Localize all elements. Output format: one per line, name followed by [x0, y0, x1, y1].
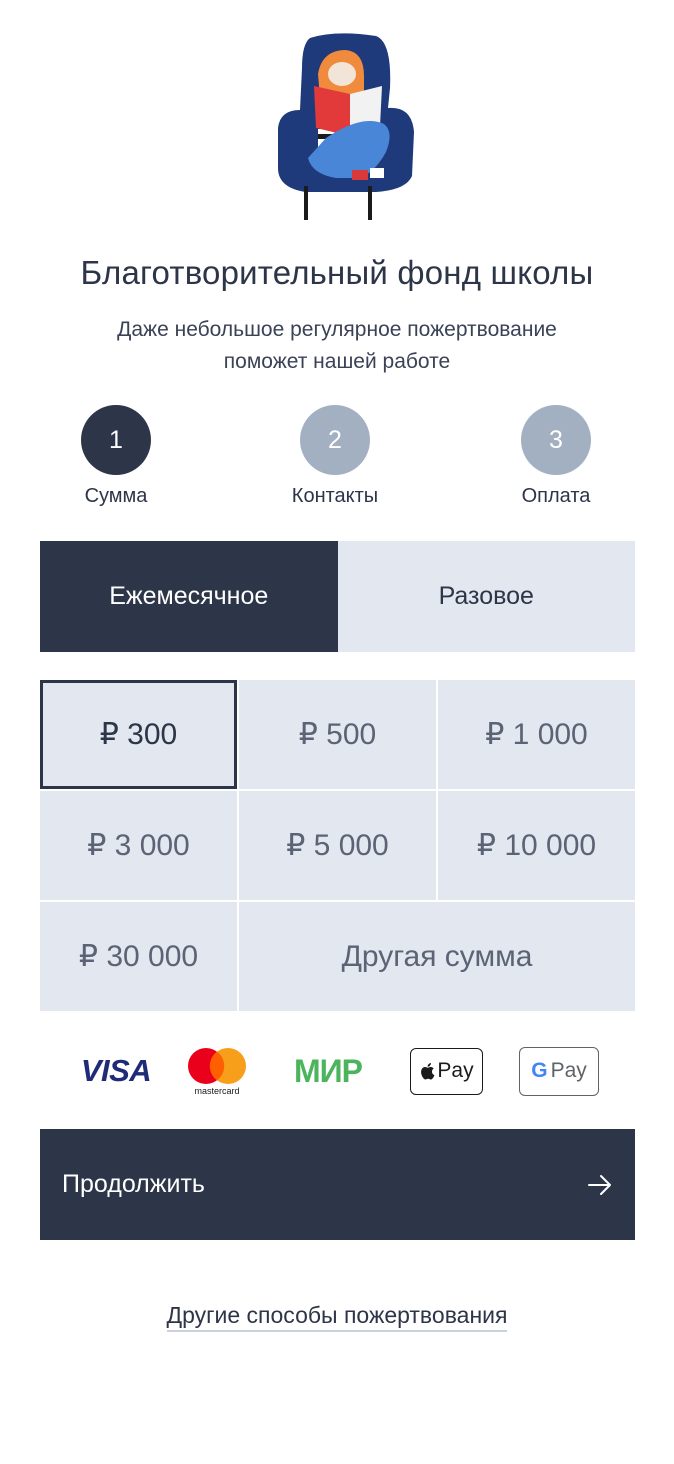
tab-one-time[interactable]: Разовое: [337, 541, 635, 652]
frequency-toggle: Ежемесячное Разовое: [40, 541, 635, 652]
step-number: 3: [521, 405, 591, 475]
other-amount-button[interactable]: Другая сумма: [239, 902, 635, 1011]
arrow-right-icon: [588, 1174, 611, 1195]
apple-pay-text: Pay: [437, 1059, 474, 1082]
step-contacts: 2 Контакты: [255, 405, 415, 508]
mir-logo: МИР: [280, 1040, 376, 1102]
apple-pay-logo: Pay: [409, 1040, 484, 1102]
amount-option-10000[interactable]: ₽ 10 000: [438, 791, 635, 900]
reading-girl-illustration: [266, 28, 422, 224]
step-label: Контакты: [291, 485, 379, 507]
visa-logo-text: VISA: [80, 1053, 152, 1088]
mir-logo-text: МИР: [294, 1052, 363, 1089]
amount-option-500[interactable]: ₽ 500: [239, 680, 436, 789]
apple-icon: [421, 1063, 435, 1080]
step-number: 1: [81, 405, 151, 475]
continue-button-label: Продолжить: [62, 1170, 205, 1198]
mastercard-logo-text: mastercard: [194, 1085, 240, 1096]
page-title: Благотворительный фонд школы: [80, 254, 594, 291]
google-pay-text: Pay: [550, 1059, 587, 1082]
google-pay-logo: G Pay: [518, 1040, 600, 1102]
amount-option-5000[interactable]: ₽ 5 000: [239, 791, 436, 900]
step-label: Сумма: [84, 485, 148, 507]
amount-option-30000[interactable]: ₽ 30 000: [40, 902, 237, 1011]
amount-option-3000[interactable]: ₽ 3 000: [40, 791, 237, 900]
amount-grid: ₽ 300 ₽ 500 ₽ 1 000 ₽ 3 000 ₽ 5 000 ₽ 10…: [40, 680, 635, 1013]
other-ways-container: Другие способы пожертвования: [0, 1302, 674, 1332]
continue-button[interactable]: Продолжить: [40, 1129, 635, 1240]
page-subtitle: Даже небольшое регулярное пожертвование …: [117, 318, 557, 373]
step-payment: 3 Оплата: [476, 405, 636, 508]
tab-monthly[interactable]: Ежемесячное: [40, 541, 338, 652]
payment-methods: VISA mastercard МИР Pay G Pay: [40, 1040, 635, 1102]
mastercard-logo: mastercard: [184, 1040, 250, 1102]
mastercard-circles-icon: [188, 1047, 246, 1084]
other-donation-methods-link[interactable]: Другие способы пожертвования: [166, 1302, 508, 1332]
amount-option-1000[interactable]: ₽ 1 000: [438, 680, 635, 789]
amount-option-300[interactable]: ₽ 300: [40, 680, 237, 789]
step-number: 2: [300, 405, 370, 475]
visa-logo: VISA: [74, 1040, 158, 1102]
step-label: Оплата: [521, 485, 591, 507]
step-amount: 1 Сумма: [36, 405, 196, 508]
google-g-icon: G: [531, 1059, 548, 1082]
